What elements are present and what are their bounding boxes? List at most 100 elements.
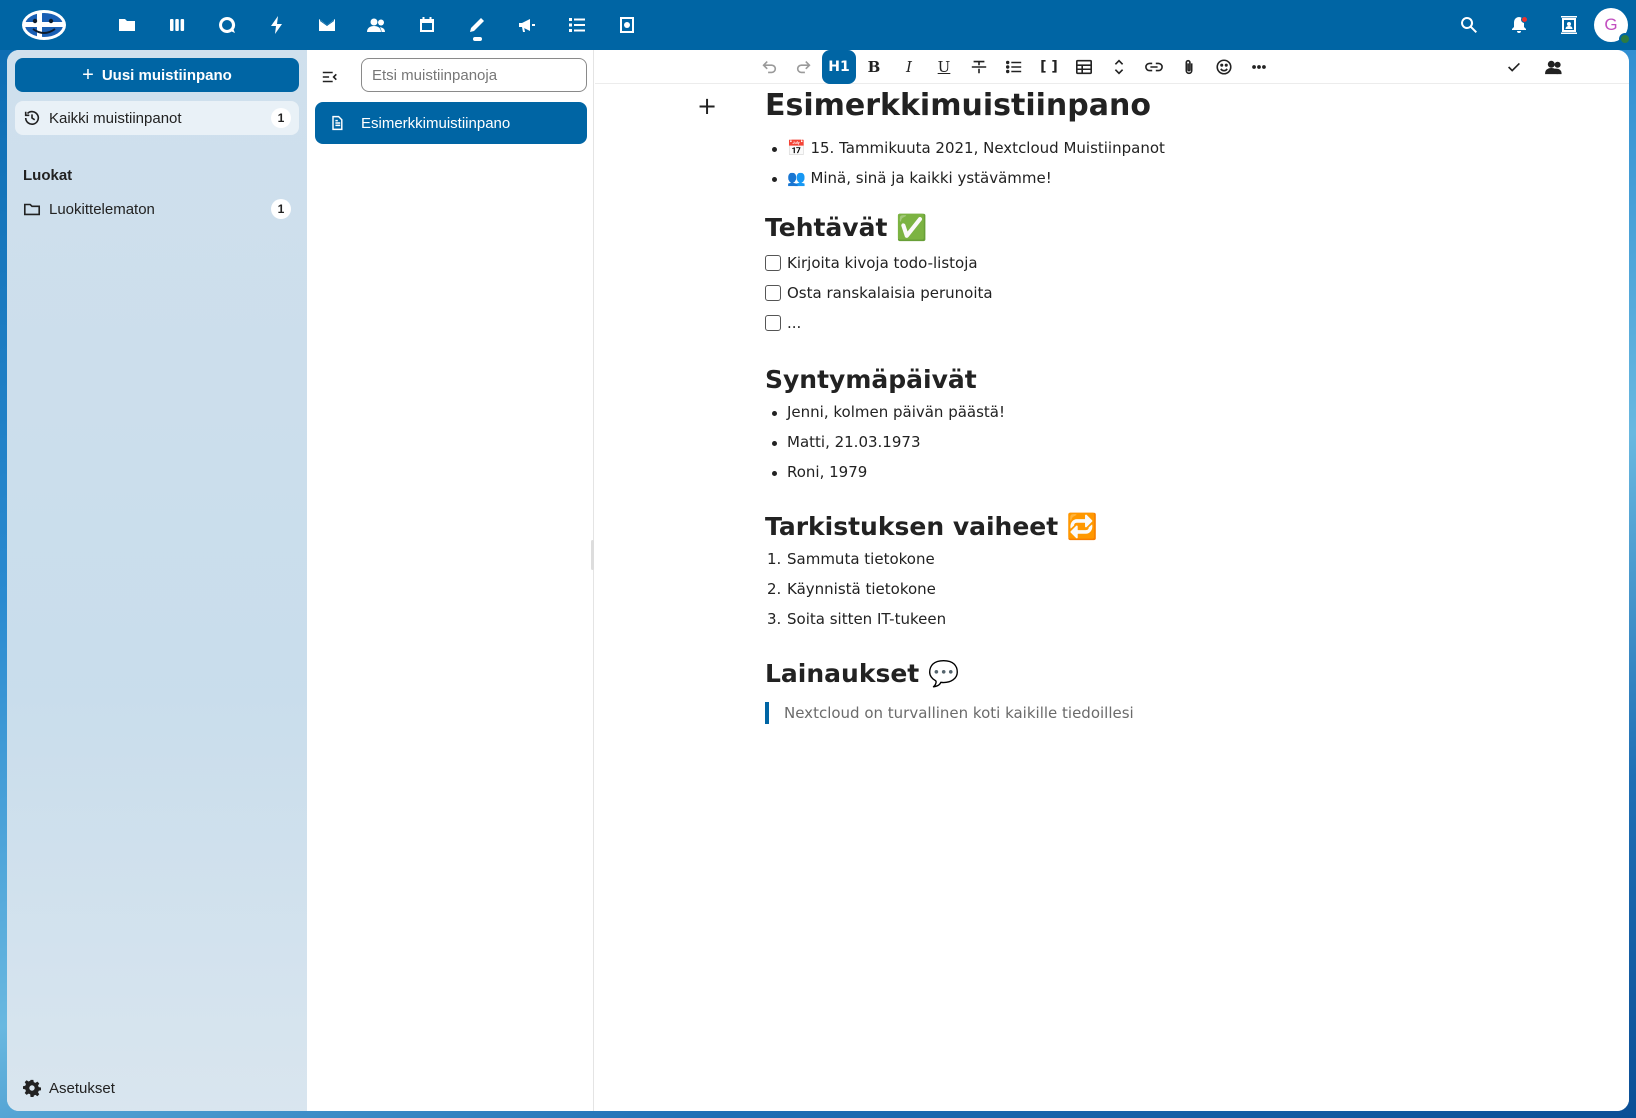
count-badge: 1 <box>271 108 291 128</box>
strikethrough-button[interactable] <box>962 50 996 84</box>
files-icon[interactable] <box>102 0 152 50</box>
tasks-icon[interactable] <box>552 0 602 50</box>
more-horizontal-icon <box>1252 65 1266 69</box>
task-checkbox[interactable] <box>765 285 781 301</box>
settings-button[interactable]: Asetukset <box>23 1079 115 1097</box>
list-item: Jenni, kolmen päivän päästä! <box>771 403 1006 421</box>
talk-icon[interactable] <box>202 0 252 50</box>
link-button[interactable] <box>1137 50 1171 84</box>
editor-toolbar: H1 B I U [ ] <box>595 50 1629 84</box>
people-icon <box>1545 60 1562 75</box>
task-label: Kirjoita kivoja todo-listoja <box>787 254 978 272</box>
nav-item-label: Kaikki muistiinpanot <box>49 109 182 127</box>
list-item: 📅 15. Tammikuuta 2021, Nextcloud Muistii… <box>772 139 1165 157</box>
ordered-list-item: 1. Sammuta tietokone <box>767 550 935 568</box>
header-right: G <box>1444 0 1636 50</box>
app-frame: + Uusi muistiinpano Kaikki muistiinpanot… <box>7 50 1629 1111</box>
list-item-text: Soita sitten IT-tukeen <box>787 610 947 628</box>
avatar-initial: G <box>1604 15 1618 34</box>
search-icon[interactable] <box>1444 0 1494 50</box>
task-item: Kirjoita kivoja todo-listoja <box>765 254 978 272</box>
bold-button[interactable]: B <box>857 50 891 84</box>
task-checkbox[interactable] <box>765 255 781 271</box>
collapse-menu-icon <box>322 71 337 83</box>
underline-button[interactable]: U <box>927 50 961 84</box>
bold-label: B <box>867 58 881 76</box>
notes-icon[interactable] <box>452 0 502 50</box>
task-item: ... <box>765 314 801 332</box>
nav-item-label: Luokittelematon <box>49 200 155 218</box>
new-note-button[interactable]: + Uusi muistiinpano <box>15 58 299 92</box>
user-avatar[interactable]: G <box>1594 8 1631 45</box>
bullet-list-icon <box>1005 60 1022 74</box>
details-button[interactable] <box>1102 50 1136 84</box>
table-icon <box>1075 59 1093 75</box>
saved-status-button[interactable] <box>1497 50 1531 84</box>
cookbook-icon[interactable] <box>602 0 652 50</box>
undo-icon <box>762 61 777 74</box>
document-icon <box>332 115 343 131</box>
redo-icon <box>796 61 811 74</box>
note-title: Esimerkkimuistiinpano <box>361 114 511 132</box>
tasks-heading: Tehtävät ✅ <box>765 213 928 242</box>
bullet-list-button[interactable] <box>997 50 1031 84</box>
task-item: Osta ranskalaisia perunoita <box>765 284 993 302</box>
italic-label: I <box>906 58 912 76</box>
link-icon <box>1145 62 1163 72</box>
ordered-list-item: 3. Soita sitten IT-tukeen <box>767 610 947 628</box>
italic-button[interactable]: I <box>892 50 926 84</box>
nextcloud-logo-icon[interactable] <box>20 7 68 43</box>
mail-icon[interactable] <box>302 0 352 50</box>
calendar-icon[interactable] <box>402 0 452 50</box>
history-icon <box>24 110 40 126</box>
strikethrough-icon <box>971 60 987 74</box>
quotes-heading: Lainaukset 💬 <box>765 659 960 688</box>
note-title-heading: Esimerkkimuistiinpano <box>765 88 1151 123</box>
resize-handle[interactable] <box>591 540 594 570</box>
task-checkbox[interactable] <box>765 315 781 331</box>
heading-button[interactable]: H1 <box>822 50 856 84</box>
underline-label: U <box>937 58 951 76</box>
contacts-menu-icon[interactable] <box>1544 0 1594 50</box>
add-block-button[interactable]: + <box>695 92 719 120</box>
more-actions-button[interactable] <box>1242 50 1276 84</box>
attachment-button[interactable] <box>1172 50 1206 84</box>
ordered-list-item: 2. Käynnistä tietokone <box>767 580 936 598</box>
task-label: ... <box>787 314 802 332</box>
expand-collapse-icon <box>1114 59 1124 75</box>
steps-heading: Tarkistuksen vaiheet 🔁 <box>765 512 1099 541</box>
redo-button[interactable] <box>787 50 821 84</box>
app-navigation: + Uusi muistiinpano Kaikki muistiinpanot… <box>7 50 307 1111</box>
gear-icon <box>23 1079 41 1097</box>
emoji-button[interactable] <box>1207 50 1241 84</box>
announcements-icon[interactable] <box>502 0 552 50</box>
list-number: 3. <box>767 610 782 628</box>
notification-dot <box>1521 16 1528 23</box>
note-list-item[interactable]: Esimerkkimuistiinpano <box>315 102 587 144</box>
nav-item-uncategorized[interactable]: Luokittelematon 1 <box>15 192 299 226</box>
nav-item-all-notes[interactable]: Kaikki muistiinpanot 1 <box>15 101 299 135</box>
list-number: 2. <box>767 580 782 598</box>
folder-icon <box>23 203 41 216</box>
sessions-button[interactable] <box>1537 50 1571 84</box>
list-number: 1. <box>767 550 782 568</box>
collapse-list-button[interactable] <box>315 62 345 92</box>
app-menu <box>102 0 652 50</box>
checkmark-icon <box>1508 62 1520 72</box>
plus-icon: + <box>82 64 94 86</box>
notifications-bell-icon[interactable] <box>1494 0 1544 50</box>
search-notes-input[interactable] <box>361 58 587 92</box>
blockquote: Nextcloud on turvallinen koti kaikille t… <box>765 702 1134 724</box>
undo-button[interactable] <box>752 50 786 84</box>
table-button[interactable] <box>1067 50 1101 84</box>
count-badge: 1 <box>271 199 291 219</box>
list-item: Matti, 21.03.1973 <box>771 433 921 451</box>
activity-icon[interactable] <box>252 0 302 50</box>
online-status-badge <box>1619 33 1631 45</box>
contacts-icon[interactable] <box>352 0 402 50</box>
code-block-button[interactable]: [ ] <box>1032 50 1066 84</box>
notes-list-panel: Esimerkkimuistiinpano <box>307 50 594 1111</box>
new-note-label: Uusi muistiinpano <box>101 66 232 84</box>
list-item-text: Sammuta tietokone <box>787 550 935 568</box>
deck-icon[interactable] <box>152 0 202 50</box>
